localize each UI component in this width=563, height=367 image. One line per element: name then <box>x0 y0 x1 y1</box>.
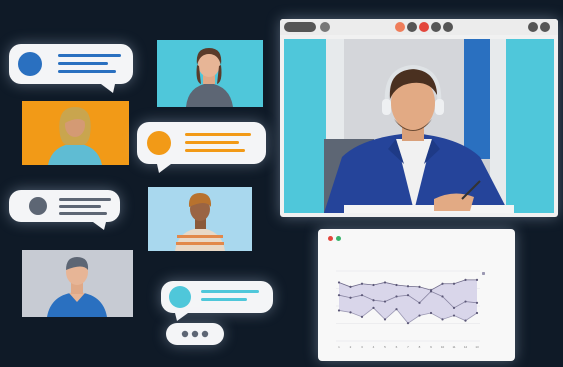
share-screen-icon[interactable] <box>431 22 441 32</box>
x-tick-label: 11 <box>452 345 455 349</box>
message-line <box>185 149 245 152</box>
chat-bubble-orange <box>137 122 266 173</box>
message-line <box>201 298 247 301</box>
data-point <box>429 290 433 293</box>
message-line <box>58 62 108 65</box>
x-tick-label: 6 <box>396 345 398 349</box>
data-point <box>429 311 433 315</box>
menu-icon[interactable] <box>320 22 330 32</box>
participant-avatar <box>22 250 133 317</box>
data-point <box>349 285 352 289</box>
message-line <box>59 198 111 201</box>
video-call-window <box>280 19 558 217</box>
data-point <box>406 322 410 325</box>
avatar-dot <box>147 131 171 155</box>
data-point <box>395 308 398 311</box>
microphone-icon[interactable] <box>395 22 405 32</box>
message-line <box>59 212 107 215</box>
data-point <box>418 314 421 317</box>
camera-icon[interactable] <box>407 22 417 32</box>
x-tick-label: 8 <box>419 345 421 349</box>
data-point <box>383 318 387 321</box>
chart-window: 1 2 3 4 5 6 7 8 9 10 11 12 13 <box>318 229 515 361</box>
x-tick-label: 5 <box>384 345 386 349</box>
grid-view-icon[interactable] <box>540 22 550 32</box>
data-point <box>464 300 467 303</box>
data-point <box>337 294 341 297</box>
participant-avatar <box>22 101 129 165</box>
chat-bubble-blue <box>9 44 133 93</box>
data-point <box>475 278 479 282</box>
x-tick-label: 7 <box>407 345 409 349</box>
video-toolbar <box>280 19 558 35</box>
x-tick-label: 13 <box>475 345 479 349</box>
avatar-dot <box>18 52 42 76</box>
participant-tile-2 <box>22 101 129 165</box>
avatar-dot <box>29 197 47 215</box>
gear-icon[interactable] <box>528 22 538 32</box>
message-line <box>58 54 121 57</box>
chat-bubble-grey <box>9 190 120 230</box>
data-point <box>395 295 398 298</box>
data-point <box>360 315 364 318</box>
data-point <box>441 318 444 321</box>
x-tick-label: 9 <box>430 345 432 349</box>
participant-avatar <box>148 187 252 251</box>
data-point <box>360 282 364 285</box>
data-point <box>464 278 467 282</box>
record-icon[interactable] <box>443 22 453 32</box>
data-point <box>383 300 387 303</box>
data-point <box>383 281 387 284</box>
data-point <box>360 294 364 297</box>
data-point <box>349 311 352 314</box>
avatar-dot <box>169 286 191 308</box>
participant-tile-1 <box>157 40 263 107</box>
data-point <box>337 309 341 312</box>
data-point <box>372 306 375 310</box>
close-dot[interactable] <box>328 236 333 241</box>
data-point <box>464 319 467 322</box>
x-tick-label: 1 <box>338 345 340 349</box>
minimize-dot[interactable] <box>336 236 341 241</box>
data-point <box>372 283 375 287</box>
data-point <box>418 301 421 304</box>
end-call-icon[interactable] <box>419 22 429 32</box>
data-point <box>475 301 479 304</box>
data-point <box>337 281 341 284</box>
area-chart: 1 2 3 4 5 6 7 8 9 10 11 12 13 <box>336 270 480 349</box>
participant-tile-3 <box>148 187 252 251</box>
data-point <box>406 294 410 297</box>
data-point <box>418 285 421 289</box>
chat-bubble-cyan <box>161 281 273 321</box>
data-point <box>441 282 444 285</box>
x-tick-label: 3 <box>361 345 363 349</box>
message-line <box>185 133 251 136</box>
message-line <box>185 141 239 144</box>
message-line <box>59 205 101 208</box>
data-point <box>452 306 456 310</box>
participant-tile-4 <box>22 250 133 317</box>
data-point <box>406 285 410 288</box>
x-tick-label: 12 <box>464 345 468 349</box>
data-point <box>372 299 375 302</box>
message-line <box>58 70 116 73</box>
data-point <box>349 296 352 299</box>
data-point <box>452 314 456 317</box>
x-tick-label: 2 <box>350 345 352 349</box>
x-tick-label: 4 <box>373 345 375 349</box>
participant-pill[interactable] <box>284 22 316 32</box>
video-conference-illustration: 1 2 3 4 5 6 7 8 9 10 11 12 13 <box>0 0 563 367</box>
data-point <box>395 283 398 287</box>
typing-bubble <box>166 323 224 345</box>
data-point <box>441 295 444 298</box>
typing-dots-icon <box>181 330 209 338</box>
data-point <box>452 282 456 285</box>
data-point <box>475 311 479 315</box>
message-line <box>201 290 259 293</box>
x-tick-label: 10 <box>441 345 445 349</box>
speaker-video <box>284 39 554 213</box>
main-video-feed <box>284 39 554 213</box>
participant-avatar <box>157 40 263 107</box>
